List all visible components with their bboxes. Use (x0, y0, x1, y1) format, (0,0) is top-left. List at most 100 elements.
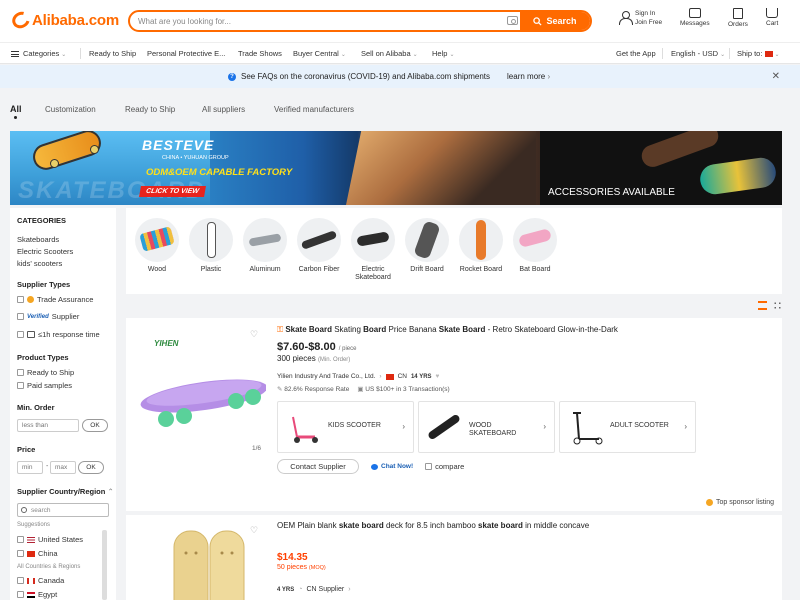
category-link-kids-scooters[interactable]: kids' scooters (17, 259, 62, 268)
category-aluminum[interactable]: Aluminum (240, 218, 290, 274)
board-shape (413, 220, 441, 260)
checkbox[interactable] (17, 331, 24, 338)
filter-response-time[interactable]: ≤1h response time (17, 330, 100, 339)
suggestions-label: Suggestions (17, 522, 51, 528)
product-moq: 300 pieces (Min. Order) (277, 354, 350, 363)
related-kids-scooter[interactable]: KIDS SCOOTER › (277, 401, 414, 453)
search-icon (533, 16, 543, 26)
heart-icon[interactable]: ♡ (250, 329, 258, 340)
tab-ready-to-ship[interactable]: Ready to Ship (125, 105, 175, 114)
tab-verified-manufacturers[interactable]: Verified manufacturers (274, 105, 354, 114)
country-option-egypt[interactable]: Egypt (17, 590, 57, 599)
related-label: KIDS SCOOTER (328, 422, 381, 429)
checkbox[interactable] (17, 369, 24, 376)
chat-now-button[interactable]: Chat Now! (365, 463, 419, 470)
product-image[interactable] (136, 525, 266, 600)
nav-item-sell[interactable]: Sell on Alibaba ⌄ (361, 49, 418, 58)
camera-icon[interactable] (507, 16, 518, 25)
search-input[interactable] (138, 14, 498, 28)
product-image[interactable]: YIHEN (136, 324, 268, 464)
country-list-scrollbar[interactable] (102, 530, 107, 600)
category-bat-board[interactable]: Bat Board (510, 218, 560, 274)
nav-item-ready-to-ship[interactable]: Ready to Ship (89, 49, 136, 58)
category-carbon-fiber[interactable]: Carbon Fiber (294, 218, 344, 274)
promo-banner[interactable]: SKATEBOARD BESTEVE CHINA • YUHUAN GROUP … (10, 131, 782, 205)
title-fragment: skate board (338, 521, 384, 530)
categories-menu[interactable]: Categories ⌄ (11, 49, 66, 58)
banner-cta-button[interactable]: CLICK TO VIEW (139, 186, 206, 197)
filter-trade-assurance[interactable]: Trade Assurance (17, 295, 93, 304)
language-selector[interactable]: English - USD ⌄ (671, 49, 725, 58)
price-ok-button[interactable]: OK (78, 461, 104, 474)
checkbox[interactable] (17, 296, 24, 303)
min-order-ok-button[interactable]: OK (82, 419, 108, 432)
filter-verified-supplier[interactable]: Verified Supplier (17, 312, 79, 321)
compare-toggle[interactable]: compare (425, 462, 464, 471)
product-price: $14.35 (277, 552, 308, 563)
country-option-canada[interactable]: Canada (17, 576, 64, 585)
search-button[interactable]: Search (520, 12, 590, 30)
price-min-input[interactable] (17, 461, 43, 474)
checkbox[interactable] (425, 463, 433, 470)
checkbox[interactable] (17, 550, 24, 557)
orders-button[interactable]: Orders (728, 8, 748, 28)
filter-ready-to-ship[interactable]: Ready to Ship (17, 368, 74, 377)
tab-all[interactable]: All (10, 104, 22, 114)
product-title[interactable]: OEM Plain blank skate board deck for 8.5… (277, 521, 589, 530)
yihen-logo: YIHEN (154, 339, 179, 348)
chat-icon (371, 463, 378, 470)
nav-item-help[interactable]: Help ⌄ (432, 49, 454, 58)
contact-supplier-button[interactable]: Contact Supplier (277, 459, 359, 474)
wheel-image (90, 145, 99, 154)
category-plastic[interactable]: Plastic (186, 218, 236, 274)
tab-customization[interactable]: Customization (45, 105, 96, 114)
join-free-link[interactable]: Join Free (635, 18, 662, 27)
tab-all-suppliers[interactable]: All suppliers (202, 105, 245, 114)
supplier-label[interactable]: CN Supplier (306, 586, 344, 593)
related-wood-skateboard[interactable]: WOOD SKATEBOARD › (418, 401, 555, 453)
close-icon[interactable]: ✕ (772, 71, 780, 82)
title-fragment: Skating (332, 325, 364, 334)
heart-icon[interactable]: ♡ (250, 525, 258, 536)
product-card[interactable]: ♡ OEM Plain blank skate board deck for 8… (126, 515, 782, 600)
supplier-name[interactable]: Yilien Industry And Trade Co., Ltd. (277, 373, 375, 380)
sign-in-area[interactable]: Sign In Join Free (619, 9, 662, 27)
help-label: Help (432, 49, 448, 58)
messages-button[interactable]: Messages (680, 8, 710, 27)
checkbox[interactable] (17, 313, 24, 320)
get-app-link[interactable]: Get the App (616, 49, 656, 58)
checkbox[interactable] (17, 382, 24, 389)
category-wood[interactable]: Wood (132, 218, 182, 274)
alibaba-logo[interactable]: Alibaba.com (9, 8, 119, 32)
country-search[interactable]: search (17, 503, 109, 517)
nav-item-trade-shows[interactable]: Trade Shows (238, 49, 282, 58)
checkbox[interactable] (17, 536, 24, 543)
nav-bar: Categories ⌄ Ready to Ship Personal Prote… (0, 42, 800, 64)
related-adult-scooter[interactable]: ADULT SCOOTER › (559, 401, 696, 453)
product-title[interactable]: ⚿ Skate Board Skating Board Price Banana… (277, 325, 767, 335)
grid-view-icon[interactable] (773, 301, 782, 310)
category-link-skateboards[interactable]: Skateboards (17, 235, 59, 244)
country-option-china[interactable]: China (17, 549, 58, 558)
ship-to-selector[interactable]: Ship to: ⌄ (737, 49, 780, 58)
country-option-us[interactable]: United States (17, 535, 83, 544)
price-max-input[interactable] (50, 461, 76, 474)
checkbox[interactable] (17, 577, 24, 584)
product-card[interactable]: YIHEN ♡ ⚿ Skate Board Skating Board Pric… (126, 318, 782, 511)
orders-icon (732, 8, 743, 19)
min-order-input[interactable] (17, 419, 79, 432)
category-rocket-board[interactable]: Rocket Board (456, 218, 506, 274)
list-view-icon[interactable] (758, 301, 767, 310)
cart-button[interactable]: Cart (766, 8, 778, 27)
filter-paid-samples[interactable]: Paid samples (17, 381, 72, 390)
sign-in-link[interactable]: Sign In (635, 9, 662, 18)
checkbox[interactable] (17, 591, 24, 598)
category-drift-board[interactable]: Drift Board (402, 218, 452, 274)
category-electric-skateboard[interactable]: Electric Skateboard (348, 218, 398, 282)
nav-item-buyer-central[interactable]: Buyer Central ⌄ (293, 49, 346, 58)
nav-item-ppe[interactable]: Personal Protective E... (147, 49, 225, 58)
category-link-electric-scooters[interactable]: Electric Scooters (17, 247, 73, 256)
moq-note: (Min. Order) (317, 357, 351, 363)
country-heading[interactable]: Supplier Country/Region ⌃ (17, 487, 114, 496)
learn-more-link[interactable]: learn more › (507, 72, 550, 81)
